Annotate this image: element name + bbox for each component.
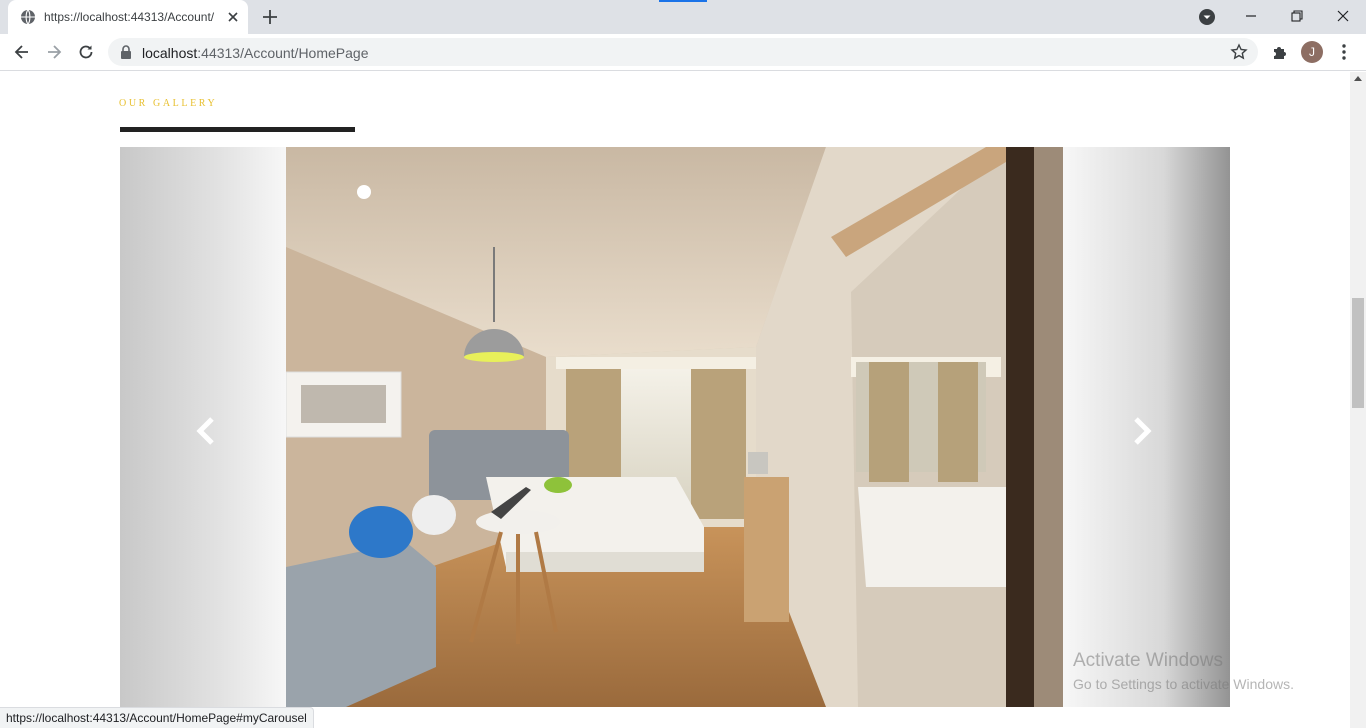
restore-button[interactable] xyxy=(1274,0,1320,32)
more-menu-icon[interactable] xyxy=(1336,43,1352,61)
address-url[interactable]: localhost:44313/Account/HomePage xyxy=(142,45,369,61)
globe-icon xyxy=(21,9,35,25)
new-tab-icon[interactable] xyxy=(260,7,280,27)
gallery-carousel xyxy=(120,147,1230,707)
lock-icon[interactable] xyxy=(120,45,132,59)
profile-avatar[interactable]: J xyxy=(1301,41,1323,63)
back-arrow-icon[interactable] xyxy=(12,42,32,62)
url-host: localhost xyxy=(142,45,198,61)
restore-icon xyxy=(1291,10,1303,22)
close-icon xyxy=(1337,10,1349,22)
browser-tab[interactable]: https://localhost:44313/Account/ xyxy=(8,0,248,34)
scrollbar-thumb[interactable] xyxy=(1352,298,1364,408)
chevron-right-icon[interactable] xyxy=(1128,413,1156,449)
tab-strip: https://localhost:44313/Account/ xyxy=(0,0,1366,34)
watermark-subtitle: Go to Settings to activate Windows. xyxy=(1073,676,1294,692)
tab-strip-accent xyxy=(659,0,707,2)
minimize-icon xyxy=(1246,15,1256,17)
extensions-puzzle-icon[interactable] xyxy=(1271,43,1289,61)
url-path: :44313/Account/HomePage xyxy=(197,45,369,61)
gallery-section-label: OUR GALLERY xyxy=(119,98,218,109)
forward-arrow-icon[interactable] xyxy=(44,42,64,62)
watermark-title: Activate Windows xyxy=(1073,650,1223,671)
scroll-up-arrow-icon[interactable] xyxy=(1354,76,1362,81)
minimize-button[interactable] xyxy=(1228,0,1274,32)
bookmark-star-icon[interactable] xyxy=(1230,43,1248,61)
reload-icon[interactable] xyxy=(76,42,96,62)
browser-toolbar: localhost:44313/Account/HomePage xyxy=(0,34,1366,71)
address-bar[interactable]: localhost:44313/Account/HomePage xyxy=(108,38,1258,66)
gallery-divider xyxy=(120,127,355,132)
status-bar-url: https://localhost:44313/Account/HomePage… xyxy=(0,707,314,728)
tab-search-icon[interactable] xyxy=(1198,8,1216,26)
page-scrollbar[interactable] xyxy=(1350,72,1366,728)
tab-close-icon[interactable] xyxy=(225,9,241,25)
hotel-room-photo xyxy=(286,147,1063,707)
close-window-button[interactable] xyxy=(1320,0,1366,32)
chevron-left-icon[interactable] xyxy=(192,413,220,449)
carousel-slide-image xyxy=(286,147,1063,707)
tab-title: https://localhost:44313/Account/ xyxy=(44,10,215,24)
page-viewport: OUR GALLERY xyxy=(0,72,1350,728)
windows-activation-watermark: Activate Windows Go to Settings to activ… xyxy=(1073,650,1294,692)
